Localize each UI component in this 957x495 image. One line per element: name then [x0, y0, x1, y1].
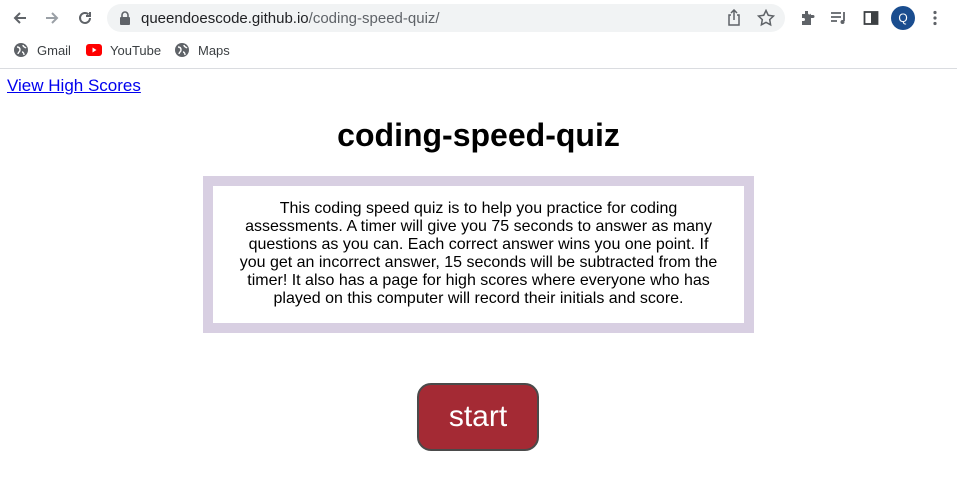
url-text: queendoescode.github.io/coding-speed-qui…: [141, 10, 440, 27]
bookmark-label: Maps: [198, 42, 230, 58]
page-title: coding-speed-quiz: [337, 117, 620, 153]
bookmark-star-icon[interactable]: [756, 8, 776, 32]
bookmarks-bar: Gmail YouTube Maps: [0, 38, 957, 62]
description-box: This coding speed quiz is to help you pr…: [203, 176, 754, 333]
back-arrow-icon: [13, 12, 26, 24]
bookmark-label: Gmail: [37, 42, 71, 58]
globe-icon: [174, 42, 190, 58]
browser-toolbar: queendoescode.github.io/coding-speed-qui…: [0, 0, 957, 36]
description-text: This coding speed quiz is to help you pr…: [213, 186, 744, 323]
view-high-scores-link[interactable]: View High Scores: [7, 76, 141, 96]
bookmark-gmail[interactable]: Gmail: [13, 40, 71, 60]
bookmark-label: YouTube: [110, 42, 162, 58]
start-button[interactable]: start: [417, 383, 539, 451]
page-content: View High Scores coding-speed-quiz This …: [0, 69, 957, 495]
forward-arrow-icon: [46, 12, 59, 24]
reload-button[interactable]: [73, 6, 97, 30]
bookmark-youtube[interactable]: YouTube: [86, 40, 161, 60]
lock-icon: [119, 11, 131, 30]
reload-icon: [79, 11, 91, 24]
media-control-icon[interactable]: [827, 6, 851, 30]
url-path: /coding-speed-quiz/: [308, 10, 440, 27]
back-button[interactable]: [8, 6, 32, 30]
browser-chrome: queendoescode.github.io/coding-speed-qui…: [0, 0, 957, 69]
url-domain: queendoescode.github.io: [141, 10, 309, 27]
globe-icon: [13, 42, 29, 58]
share-icon[interactable]: [726, 8, 742, 32]
extensions-icon[interactable]: [795, 6, 819, 30]
profile-avatar[interactable]: Q: [891, 6, 915, 30]
kebab-menu-icon[interactable]: [923, 6, 947, 30]
forward-button[interactable]: [40, 6, 64, 30]
youtube-icon: [86, 44, 102, 56]
side-panel-icon[interactable]: [859, 6, 883, 30]
bookmark-maps[interactable]: Maps: [174, 40, 230, 60]
address-bar[interactable]: queendoescode.github.io/coding-speed-qui…: [107, 4, 785, 32]
